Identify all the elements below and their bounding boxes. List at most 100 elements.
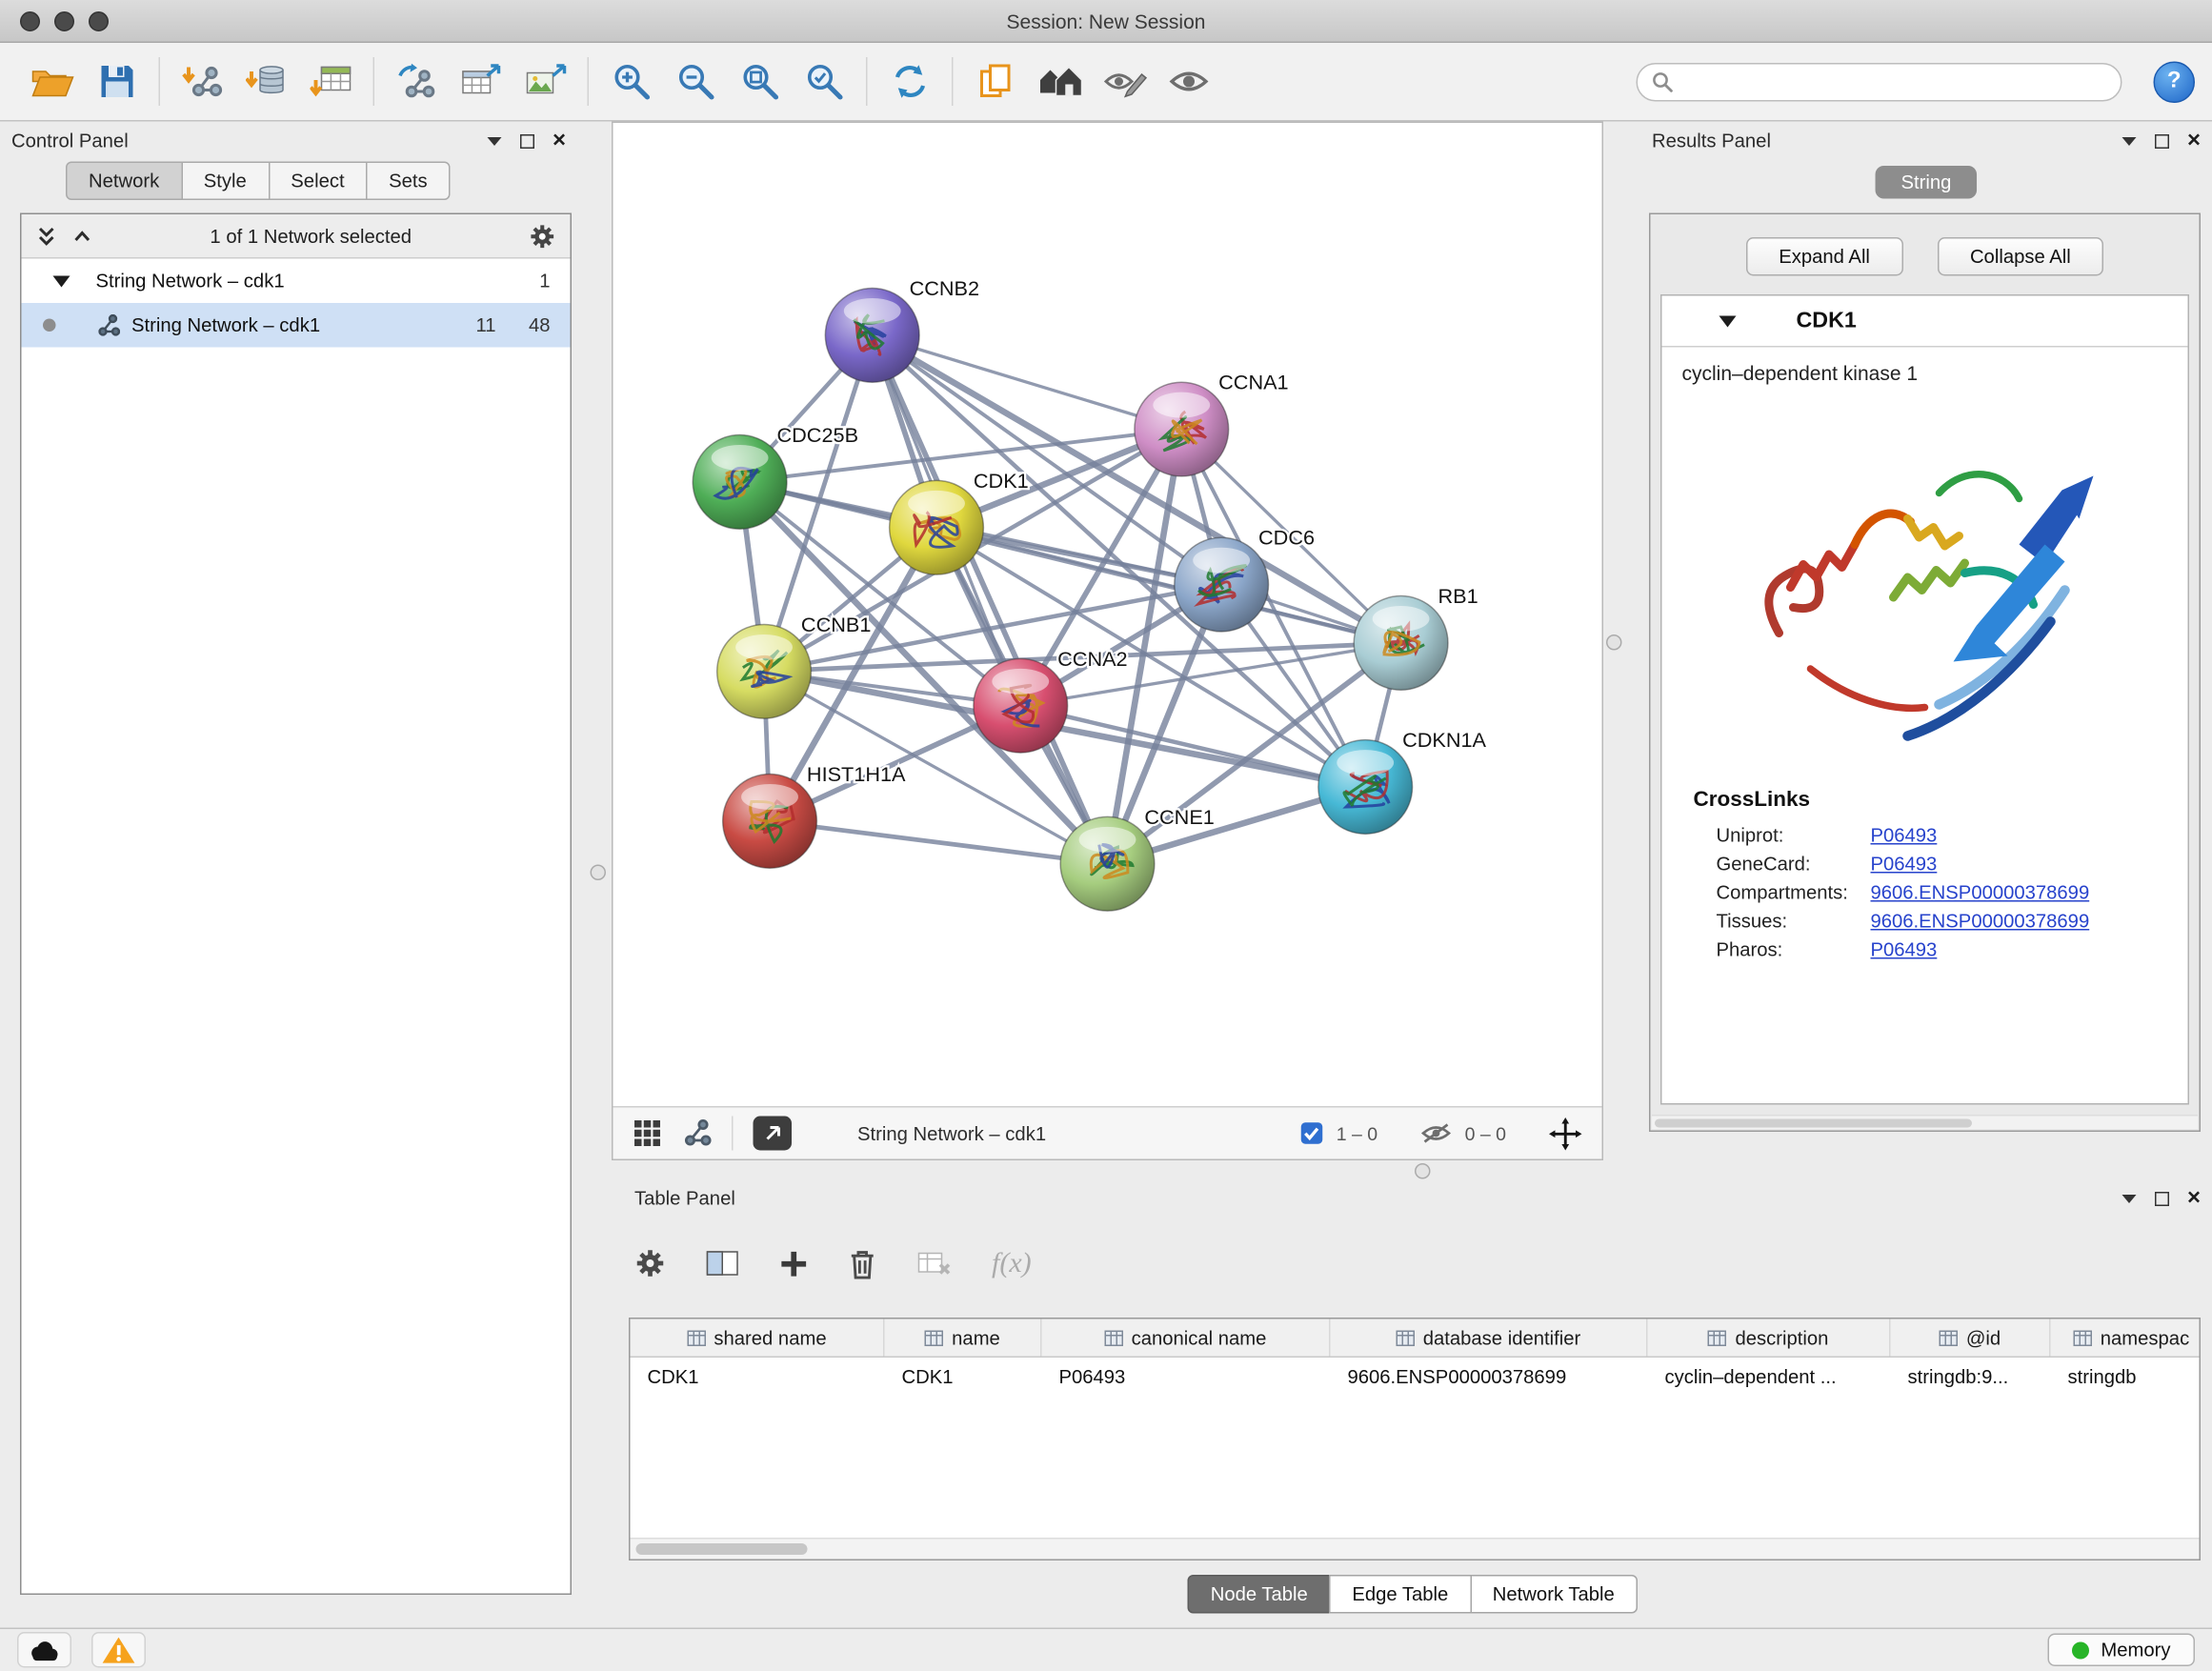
table-header-row: shared namenamecanonical namedatabase id…	[631, 1319, 2200, 1359]
collapse-all-icon[interactable]	[36, 225, 58, 247]
open-session-button[interactable]	[20, 50, 85, 113]
new-network-button[interactable]	[385, 50, 450, 113]
close-panel-icon[interactable]: ×	[2187, 1187, 2201, 1210]
tab-style[interactable]: Style	[181, 162, 270, 201]
show-columns-icon[interactable]	[705, 1248, 741, 1279]
network-view-icon[interactable]	[682, 1119, 713, 1148]
pan-move-icon[interactable]	[1549, 1117, 1582, 1150]
network-node-cdk1[interactable]: CDK1	[890, 469, 1029, 574]
save-session-button[interactable]	[85, 50, 150, 113]
delete-table-icon[interactable]	[916, 1248, 954, 1279]
zoom-out-button[interactable]	[663, 50, 728, 113]
network-node-cdc25b[interactable]: CDC25B	[693, 423, 858, 529]
network-label: String Network – cdk1	[131, 314, 320, 336]
delete-column-trash-icon[interactable]	[848, 1247, 878, 1280]
float-panel-icon[interactable]	[519, 133, 533, 148]
import-network-database-button[interactable]	[234, 50, 299, 113]
crosslink-link[interactable]: 9606.ENSP00000378699	[1871, 882, 2090, 904]
add-column-plus-icon[interactable]	[779, 1248, 810, 1278]
crosslink-link[interactable]: P06493	[1871, 825, 1938, 847]
close-panel-icon[interactable]: ×	[2187, 130, 2201, 152]
import-table-file-button[interactable]	[299, 50, 364, 113]
network-collection-row[interactable]: String Network – cdk1 1	[22, 259, 571, 304]
minimize-window-button[interactable]	[54, 11, 74, 31]
help-button[interactable]: ?	[2154, 61, 2196, 103]
detach-view-button[interactable]	[754, 1117, 793, 1151]
float-panel-icon[interactable]	[2154, 1191, 2168, 1205]
tab-select[interactable]: Select	[268, 162, 367, 201]
float-panel-icon[interactable]	[2154, 133, 2168, 148]
network-row[interactable]: String Network – cdk1 11 48	[22, 303, 571, 348]
tab-network[interactable]: Network	[66, 162, 182, 201]
gene-description: cyclin–dependent kinase 1	[1662, 348, 2188, 385]
tab-string[interactable]: String	[1876, 166, 1978, 199]
crosslink-link[interactable]: P06493	[1871, 854, 1938, 876]
network-edge[interactable]	[873, 335, 1108, 864]
tab-network-table[interactable]: Network Table	[1470, 1575, 1638, 1614]
network-node-ccna1[interactable]: CCNA1	[1135, 371, 1289, 476]
zoom-fit-button[interactable]	[728, 50, 793, 113]
network-node-hist1h1a[interactable]: HIST1H1A	[723, 762, 906, 868]
warnings-button[interactable]	[91, 1632, 146, 1668]
network-edge[interactable]	[770, 821, 1107, 864]
collection-expand-icon[interactable]	[53, 275, 70, 287]
node-label: CDK1	[974, 469, 1029, 493]
bottom-splitter-handle[interactable]	[1415, 1163, 1431, 1179]
column-header--id[interactable]: @id	[1891, 1319, 2051, 1357]
gear-icon[interactable]	[529, 222, 556, 250]
node-highlight	[1153, 393, 1210, 418]
right-splitter-handle[interactable]	[1606, 634, 1622, 651]
crosslink-link[interactable]: P06493	[1871, 939, 1938, 961]
refresh-view-button[interactable]	[877, 50, 942, 113]
tab-node-table[interactable]: Node Table	[1188, 1575, 1331, 1614]
crosslink-label: GeneCard:	[1717, 854, 1871, 876]
import-network-file-button[interactable]	[171, 50, 235, 113]
collapse-section-icon[interactable]	[1719, 315, 1737, 327]
network-edge[interactable]	[1020, 706, 1365, 787]
table-settings-gear-icon[interactable]	[634, 1248, 666, 1279]
zoom-in-button[interactable]	[599, 50, 664, 113]
panel-menu-icon[interactable]	[2122, 1194, 2136, 1202]
column-header-shared-name[interactable]: shared name	[631, 1319, 885, 1357]
search-input[interactable]	[1682, 70, 2107, 92]
crosslink-link[interactable]: 9606.ENSP00000378699	[1871, 911, 2090, 933]
column-header-name[interactable]: name	[885, 1319, 1042, 1357]
cloud-status-button[interactable]	[17, 1632, 71, 1668]
hide-selected-button[interactable]	[1092, 50, 1156, 113]
crosslink-row: Compartments:9606.ENSP00000378699	[1662, 875, 2188, 903]
expand-all-button[interactable]: Expand All	[1746, 237, 1903, 276]
show-all-button[interactable]	[1156, 50, 1221, 113]
left-splitter-handle[interactable]	[591, 865, 607, 881]
function-builder-icon[interactable]: f(x)	[992, 1247, 1032, 1280]
network-edge[interactable]	[873, 335, 1182, 430]
table-row[interactable]: CDK1CDK1P064939606.ENSP00000378699cyclin…	[631, 1358, 2200, 1397]
grid-view-icon[interactable]	[633, 1119, 662, 1148]
export-table-button[interactable]	[449, 50, 513, 113]
column-header-database-identifier[interactable]: database identifier	[1331, 1319, 1648, 1357]
collapse-all-button[interactable]: Collapse All	[1937, 237, 2103, 276]
tab-sets[interactable]: Sets	[366, 162, 451, 201]
expand-all-icon[interactable]	[71, 228, 93, 245]
column-header-namespac[interactable]: namespac	[2051, 1319, 2202, 1357]
close-window-button[interactable]	[20, 11, 40, 31]
panel-menu-icon[interactable]	[487, 136, 501, 145]
panel-menu-icon[interactable]	[2122, 136, 2136, 145]
network-node-ccnb2[interactable]: CCNB2	[825, 276, 979, 382]
network-node-rb1[interactable]: RB1	[1354, 584, 1478, 690]
table-hscrollbar[interactable]	[631, 1538, 2200, 1560]
first-neighbors-button[interactable]	[1028, 50, 1093, 113]
tab-edge-table[interactable]: Edge Table	[1329, 1575, 1471, 1614]
column-header-canonical-name[interactable]: canonical name	[1042, 1319, 1331, 1357]
string-results-box: Expand All Collapse All CDK1 cyclin–depe…	[1649, 213, 2201, 1133]
close-panel-icon[interactable]: ×	[553, 130, 566, 152]
copy-document-button[interactable]	[963, 50, 1028, 113]
network-canvas[interactable]: CCNB2CCNA1CDC25BCDK1CDC6RB1CCNB1CCNA2CDK…	[613, 123, 1602, 1106]
results-hscrollbar[interactable]	[1652, 1115, 2198, 1129]
column-header-description[interactable]: description	[1648, 1319, 1891, 1357]
memory-button[interactable]: Memory	[2048, 1634, 2195, 1667]
gene-section-header[interactable]: CDK1	[1662, 296, 2188, 348]
table-cell: P06493	[1042, 1358, 1331, 1397]
zoom-window-button[interactable]	[89, 11, 109, 31]
export-image-button[interactable]	[513, 50, 578, 113]
zoom-selected-button[interactable]	[792, 50, 856, 113]
